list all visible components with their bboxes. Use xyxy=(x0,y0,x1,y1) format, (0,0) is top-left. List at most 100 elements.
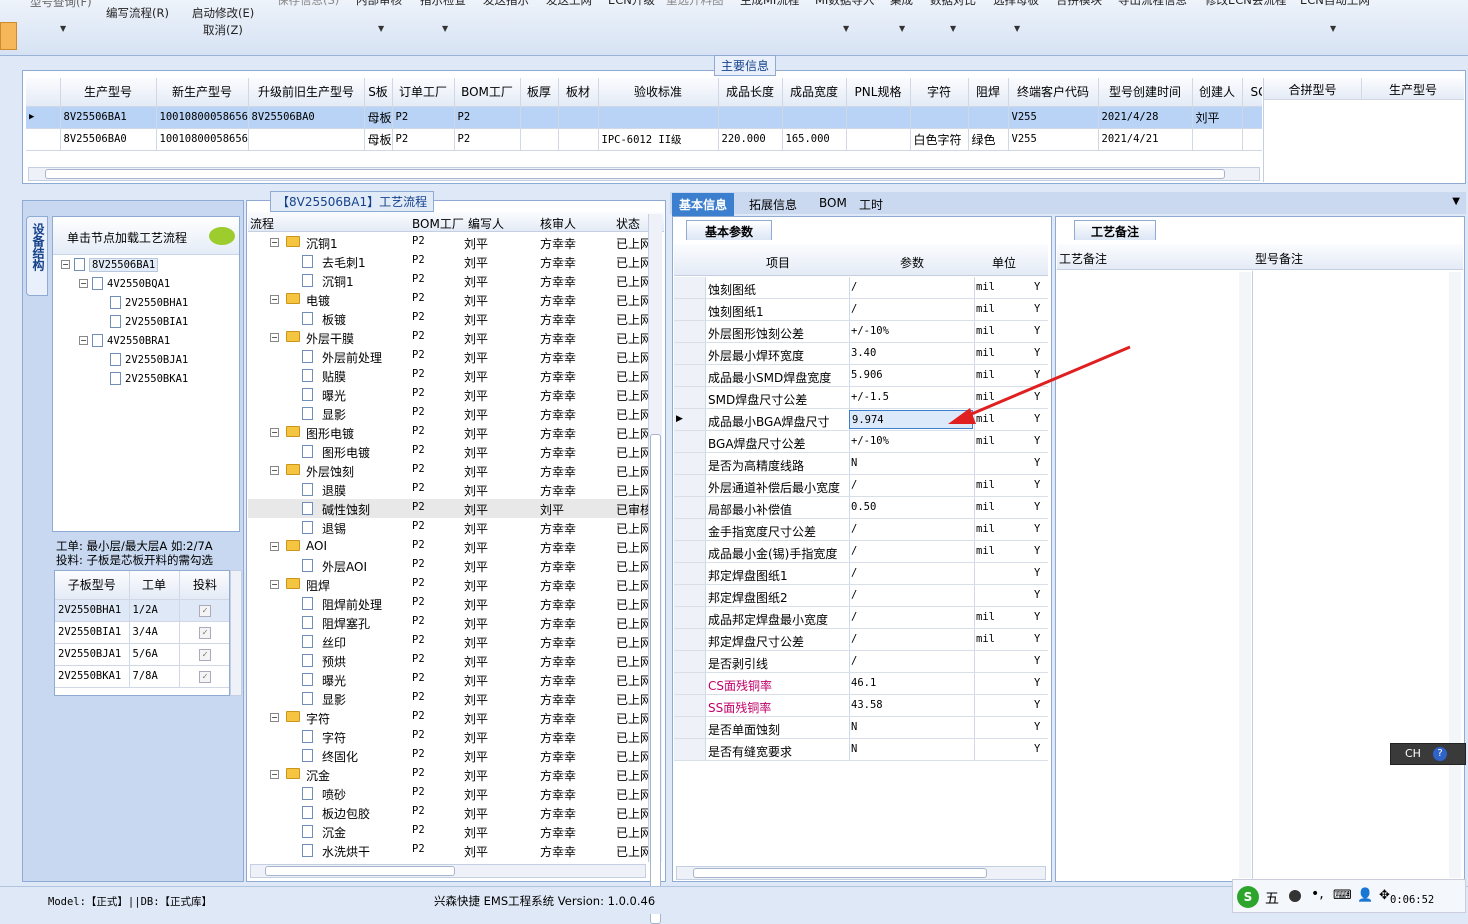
process-row[interactable]: 水洗烘干 P2 刘平 方幸幸 已上网 xyxy=(248,841,648,860)
table-cell[interactable]: 母板 xyxy=(364,128,393,151)
tab-basic-info[interactable]: 基本信息 xyxy=(672,193,735,216)
process-row[interactable]: 退膜 P2 刘平 方幸幸 已上网 xyxy=(248,480,648,499)
param-row[interactable]: 成品最小金(锡)手指宽度 / mil Y xyxy=(674,541,1048,563)
collapse-icon[interactable]: − xyxy=(270,770,279,779)
tree-node[interactable]: − 8V25506BA1 xyxy=(61,257,159,272)
param-value[interactable]: +/-1.5 xyxy=(851,391,889,403)
col-header[interactable]: 字符 xyxy=(910,78,969,107)
process-row[interactable]: 退锡 P2 刘平 方幸幸 已上网 xyxy=(248,518,648,537)
tab-extended-info[interactable]: 拓展信息 xyxy=(742,193,804,216)
table-cell[interactable]: 2021/4/21 xyxy=(1098,128,1193,151)
chevron-down-icon[interactable]: ▼ xyxy=(1014,24,1020,33)
param-flag[interactable]: Y xyxy=(1034,435,1040,447)
col-header[interactable]: 单位 xyxy=(992,254,1016,271)
process-row[interactable]: 曝光 P2 刘平 方幸幸 已上网 xyxy=(248,385,648,404)
process-row[interactable]: 外层前处理 P2 刘平 方幸幸 已上网 xyxy=(248,347,648,366)
chevron-down-icon[interactable]: ▼ xyxy=(1330,24,1336,33)
param-row[interactable]: 是否剥引线 / Y xyxy=(674,651,1048,673)
process-row[interactable]: − 阻焊 P2 刘平 方幸幸 已上网 xyxy=(248,575,648,594)
ribbon-internal-review[interactable]: 内部审核 xyxy=(356,0,402,8)
process-row[interactable]: 外层AOI P2 刘平 方幸幸 已上网 xyxy=(248,556,648,575)
col-header[interactable]: SG xyxy=(1242,78,1262,107)
chevron-down-icon[interactable]: ▼ xyxy=(378,24,384,33)
collapse-icon[interactable]: − xyxy=(79,279,88,288)
col-header[interactable]: 核审人 xyxy=(540,215,576,232)
ribbon-ecn-upgrade[interactable]: ECN升级 xyxy=(608,0,655,8)
chevron-down-icon[interactable]: ▼ xyxy=(1452,196,1460,207)
param-row[interactable]: 是否单面蚀刻 N Y xyxy=(674,717,1048,739)
orange-side-tab[interactable] xyxy=(0,22,17,50)
param-value[interactable]: / xyxy=(851,655,857,667)
param-value[interactable]: +/-10% xyxy=(851,325,889,337)
table-cell[interactable]: 7/8A xyxy=(129,665,180,688)
table-cell[interactable] xyxy=(1242,128,1262,151)
ribbon-reselect[interactable]: 重选开料图 xyxy=(666,0,724,8)
table-cell[interactable]: IPC-6012 II级 xyxy=(598,128,719,151)
table-row[interactable]: 2V2550BKA1 7/8A ✓ xyxy=(55,665,229,688)
chevron-down-icon[interactable]: ▼ xyxy=(442,24,448,33)
ribbon-select-mother[interactable]: 选择母板 xyxy=(993,0,1039,8)
chevron-down-icon[interactable]: ▼ xyxy=(950,24,956,33)
param-row[interactable]: 蚀刻图纸 / mil Y xyxy=(674,277,1048,299)
param-value[interactable]: / xyxy=(851,611,857,623)
param-row[interactable]: 是否有缝宽要求 N Y xyxy=(674,739,1048,761)
col-header[interactable]: 创建人 xyxy=(1192,78,1243,107)
table-cell[interactable]: 8V25506BA1 xyxy=(60,106,157,129)
table-cell[interactable] xyxy=(718,106,783,129)
param-flag[interactable]: Y xyxy=(1034,479,1040,491)
tab-bom[interactable]: BOM xyxy=(812,193,854,213)
collapse-icon[interactable]: − xyxy=(270,713,279,722)
process-row[interactable]: − 图形电镀 P2 刘平 方幸幸 已上网 xyxy=(248,423,648,442)
process-row[interactable]: 碱性蚀刻 P2 刘平 刘平 已审核 xyxy=(248,499,648,518)
param-value[interactable]: 5.906 xyxy=(851,369,883,381)
grid-icon[interactable]: ✥ xyxy=(1379,888,1390,903)
table-cell[interactable]: 3/4A xyxy=(129,621,180,644)
process-row[interactable]: 丝印 P2 刘平 方幸幸 已上网 xyxy=(248,632,648,651)
table-cell[interactable]: 2V2550BKA1 xyxy=(55,665,130,688)
scrollbar-thumb[interactable] xyxy=(693,868,987,878)
param-value[interactable]: N xyxy=(851,743,857,755)
ribbon-integrate[interactable]: 集成 xyxy=(890,0,913,8)
col-header[interactable]: 板材 xyxy=(558,78,599,107)
param-value[interactable]: N xyxy=(851,457,857,469)
param-flag[interactable]: Y xyxy=(1034,699,1040,711)
param-value[interactable]: 3.40 xyxy=(851,347,876,359)
ribbon-gen-mi[interactable]: 生成MI流程 xyxy=(740,0,799,8)
sogou-icon[interactable]: S xyxy=(1237,886,1259,908)
process-row[interactable]: 板镀 P2 刘平 方幸幸 已上网 xyxy=(248,309,648,328)
table-cell[interactable]: 165.000 xyxy=(782,128,847,151)
process-row[interactable]: − 沉金 P2 刘平 方幸幸 已上网 xyxy=(248,765,648,784)
param-row[interactable]: CS面残铜率 46.1 Y xyxy=(674,673,1048,695)
table-cell[interactable]: P2 xyxy=(392,106,455,129)
process-hscrollbar[interactable] xyxy=(250,864,646,878)
col-header[interactable]: 订单工厂 xyxy=(392,78,455,107)
ribbon-model-query[interactable]: 型号查询(F) xyxy=(30,0,92,10)
process-row[interactable]: 阻焊前处理 P2 刘平 方幸幸 已上网 xyxy=(248,594,648,613)
param-row[interactable]: BGA焊盘尺寸公差 +/-10% mil Y xyxy=(674,431,1048,453)
tree-node[interactable]: 2V2550BKA1 xyxy=(97,371,188,385)
process-row[interactable]: 沉铜1 P2 刘平 方幸幸 已上网 xyxy=(248,271,648,290)
tree-node[interactable]: − 4V2550BRA1 xyxy=(79,333,170,347)
param-flag[interactable]: Y xyxy=(1034,721,1040,733)
col-header[interactable]: 板厚 xyxy=(520,78,559,107)
table-cell[interactable] xyxy=(846,106,911,129)
table-cell[interactable]: 白色字符 xyxy=(910,128,969,151)
subtab-basic-params[interactable]: 基本参数 xyxy=(686,220,772,240)
table-cell[interactable] xyxy=(846,128,911,151)
ribbon-merge[interactable]: 合拼模块 xyxy=(1056,0,1102,8)
process-row[interactable]: − 外层干膜 P2 刘平 方幸幸 已上网 xyxy=(248,328,648,347)
table-cell[interactable]: 10010800058656 xyxy=(156,106,249,129)
tree-node[interactable]: − 4V2550BQA1 xyxy=(79,276,170,290)
table-cell[interactable]: 5/6A xyxy=(129,643,180,666)
collapse-icon[interactable]: − xyxy=(270,580,279,589)
table-cell[interactable]: 2021/4/28 xyxy=(1098,106,1193,129)
param-flag[interactable]: Y xyxy=(1034,523,1040,535)
table-cell[interactable]: V255 xyxy=(1008,128,1099,151)
param-row[interactable]: 邦定焊盘图纸1 / Y xyxy=(674,563,1048,585)
collapse-icon[interactable]: − xyxy=(270,333,279,342)
col-header[interactable]: 成品长度 xyxy=(718,78,783,107)
remarks-vscrollbar[interactable] xyxy=(1239,272,1251,878)
table-cell[interactable]: 2V2550BIA1 xyxy=(55,621,130,644)
table-cell[interactable] xyxy=(968,106,1009,129)
table-cell[interactable]: V255 xyxy=(1008,106,1099,129)
